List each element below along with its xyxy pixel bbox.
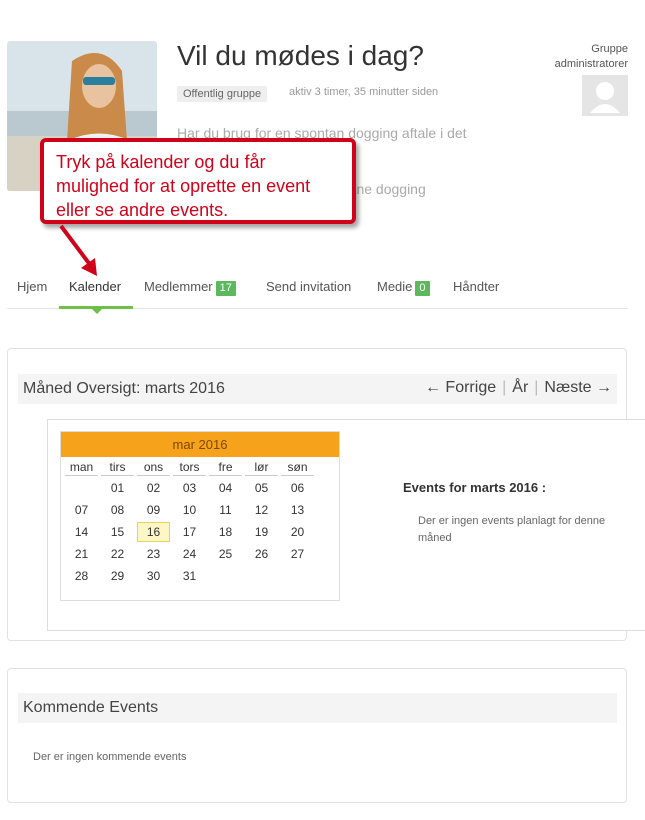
calendar-day[interactable]: 03 <box>173 478 206 498</box>
calendar-week-row: 01 02 03 04 05 06 <box>65 478 314 498</box>
active-tab-caret <box>91 308 103 314</box>
calendar-day[interactable]: 05 <box>245 478 278 498</box>
calendar-day[interactable]: 23 <box>137 544 170 564</box>
mini-calendar: mar 2016 man tirs ons tors fre lør søn 0… <box>60 431 340 601</box>
no-events-message: Der er ingen events planlagt for denne m… <box>418 515 606 544</box>
calendar-day[interactable]: 07 <box>65 500 98 520</box>
calendar-month-label: mar 2016 <box>61 432 339 457</box>
weekday-header: tirs <box>101 459 134 476</box>
calendar-day[interactable]: 08 <box>101 500 134 520</box>
user-icon <box>590 82 620 113</box>
calendar-grid: man tirs ons tors fre lør søn 01 02 03 04 05… <box>62 457 317 588</box>
next-month-link[interactable]: Næste → <box>544 379 612 396</box>
weekday-header: ons <box>137 459 170 476</box>
admin-avatar[interactable] <box>582 75 628 116</box>
activity-status: aktiv 3 timer, 35 minutter siden <box>289 86 439 98</box>
callout-annotation: Tryk på kalender og du får mulighed for … <box>40 138 356 224</box>
calendar-empty-cell <box>245 566 278 586</box>
prev-month-link[interactable]: ← Forrige <box>425 379 496 396</box>
weekday-header: lør <box>245 459 278 476</box>
upcoming-events-bar: Kommende Events <box>18 693 617 723</box>
calendar-day[interactable]: 11 <box>209 500 242 520</box>
events-month-title: Events for marts 2016 : <box>403 480 547 495</box>
calendar-day[interactable]: 02 <box>137 478 170 498</box>
members-count-badge: 17 <box>215 281 236 296</box>
calendar-day[interactable]: 19 <box>245 522 278 542</box>
callout-text: Tryk på kalender og du får mulighed for … <box>56 152 311 220</box>
group-nav-tabs: Hjem Kalender Medlemmer 17 Send invitatio… <box>7 279 628 314</box>
calendar-day[interactable]: 25 <box>209 544 242 564</box>
weekday-header: fre <box>209 459 242 476</box>
month-navigation: ← Forrige | År | Næste → <box>424 379 612 396</box>
upcoming-events-panel <box>7 668 627 803</box>
tab-manage[interactable]: Håndter <box>453 279 499 308</box>
group-title: Vil du mødes i dag? <box>177 40 424 71</box>
tab-home[interactable]: Hjem <box>17 279 47 308</box>
calendar-day[interactable]: 16 <box>137 522 170 542</box>
calendar-empty-cell <box>281 566 314 586</box>
weekday-header: søn <box>281 459 314 476</box>
group-admins-label: Gruppe administratorer <box>554 43 628 70</box>
weekday-header: tors <box>173 459 206 476</box>
calendar-day[interactable]: 15 <box>101 522 134 542</box>
weekday-header: man <box>65 459 98 476</box>
month-overview-bar: Måned Oversigt: marts 2016 ← Forrige | År |… <box>18 374 617 404</box>
calendar-day[interactable]: 13 <box>281 500 314 520</box>
group-type-badge: Offentlig gruppe <box>177 86 268 102</box>
calendar-day[interactable]: 09 <box>137 500 170 520</box>
year-link[interactable]: År <box>512 379 528 396</box>
calendar-day[interactable]: 27 <box>281 544 314 564</box>
calendar-day[interactable]: 24 <box>173 544 206 564</box>
calendar-empty-cell <box>65 478 98 498</box>
no-upcoming-events-message: Der er ingen kommende events <box>33 751 187 763</box>
calendar-day[interactable]: 01 <box>101 478 134 498</box>
calendar-day[interactable]: 26 <box>245 544 278 564</box>
calendar-day[interactable]: 04 <box>209 478 242 498</box>
calendar-day[interactable]: 31 <box>173 566 206 586</box>
calendar-empty-cell <box>209 566 242 586</box>
calendar-day[interactable]: 10 <box>173 500 206 520</box>
calendar-day[interactable]: 18 <box>209 522 242 542</box>
tab-members[interactable]: Medlemmer 17 <box>144 279 236 308</box>
arrow-pointer-icon <box>59 224 97 276</box>
calendar-week-row: 14 15 16 17 18 19 20 <box>65 522 314 542</box>
calendar-day[interactable]: 14 <box>65 522 98 542</box>
calendar-day[interactable]: 28 <box>65 566 98 586</box>
calendar-week-row: 07 08 09 10 11 12 13 <box>65 500 314 520</box>
calendar-week-row: 21 22 23 24 25 26 27 <box>65 544 314 564</box>
tab-send-invitation[interactable]: Send invitation <box>266 279 351 308</box>
calendar-day[interactable]: 21 <box>65 544 98 564</box>
calendar-day[interactable]: 29 <box>101 566 134 586</box>
calendar-day[interactable]: 12 <box>245 500 278 520</box>
calendar-day[interactable]: 06 <box>281 478 314 498</box>
calendar-day[interactable]: 22 <box>101 544 134 564</box>
upcoming-events-title: Kommende Events <box>23 699 159 716</box>
month-overview-title: Måned Oversigt: marts 2016 <box>23 380 225 397</box>
calendar-day[interactable]: 17 <box>173 522 206 542</box>
calendar-day[interactable]: 30 <box>137 566 170 586</box>
tab-calendar[interactable]: Kalender <box>69 279 121 308</box>
calendar-week-row: 28 29 30 31 <box>65 566 314 586</box>
media-count-badge: 0 <box>415 281 430 296</box>
tab-media[interactable]: Medie 0 <box>377 279 430 308</box>
calendar-day[interactable]: 20 <box>281 522 314 542</box>
